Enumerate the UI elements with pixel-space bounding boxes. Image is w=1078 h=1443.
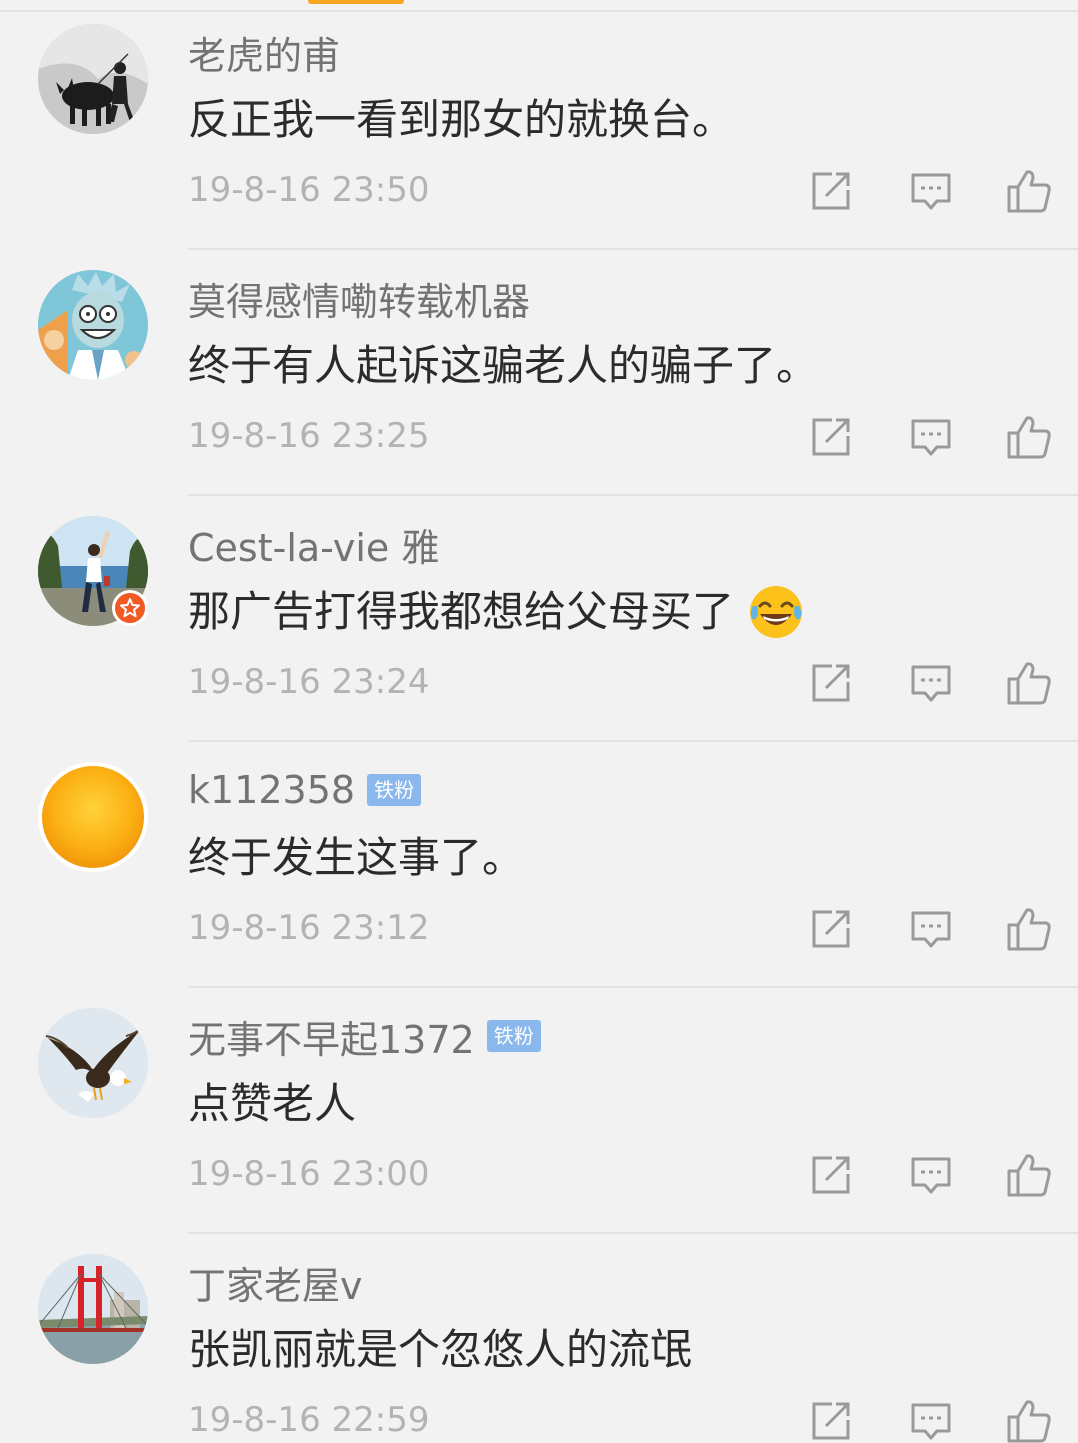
comment-actions: [808, 414, 1058, 460]
username-row: k112358 铁粉: [188, 764, 422, 816]
username[interactable]: Cest-la-vie 雅: [188, 517, 439, 572]
comment-item: k112358 铁粉 终于发生这事了。 19-8-16 23:12: [0, 742, 1078, 988]
thumbs-up-icon: [1007, 170, 1051, 213]
username[interactable]: 无事不早起1372: [188, 1009, 475, 1064]
username-row: 无事不早起1372 铁粉: [188, 1010, 541, 1062]
like-button[interactable]: [1006, 906, 1052, 952]
comment-body: 反正我一看到那女的就换台。: [188, 95, 735, 144]
like-button[interactable]: [1006, 414, 1052, 460]
share-icon: [812, 172, 850, 210]
username-row: 老虎的甫: [188, 26, 340, 78]
username[interactable]: 莫得感情嘞转载机器: [188, 271, 530, 326]
comment-text: 张凯丽就是个忽悠人的流氓: [188, 1322, 692, 1378]
share-button[interactable]: [808, 660, 854, 706]
reply-button[interactable]: [908, 660, 954, 706]
comment-actions: [808, 1398, 1058, 1443]
comment-actions: [808, 168, 1058, 214]
like-button[interactable]: [1006, 168, 1052, 214]
thumbs-up-icon: [1007, 1400, 1051, 1443]
thumbs-up-icon: [1007, 416, 1051, 459]
fan-badge: 铁粉: [486, 1020, 541, 1052]
comment-text: 点赞老人: [188, 1076, 356, 1132]
timestamp: 19-8-16 23:50: [188, 170, 430, 210]
timestamp: 19-8-16 23:24: [188, 662, 430, 702]
cartoon-scientist-icon[interactable]: [38, 270, 148, 380]
comment-text: 反正我一看到那女的就换台。: [188, 92, 734, 148]
share-icon: [812, 418, 850, 456]
comment-icon: [911, 1157, 951, 1194]
comment-body: 终于有人起诉这骗老人的骗子了。: [188, 341, 819, 390]
share-button[interactable]: [808, 1152, 854, 1198]
reply-button[interactable]: [908, 168, 954, 214]
comment-body: 那广告打得我都想给父母买了: [188, 587, 735, 636]
reply-button[interactable]: [908, 906, 954, 952]
share-button[interactable]: [808, 1398, 854, 1443]
username[interactable]: k112358: [188, 768, 355, 812]
comment-body: 点赞老人: [188, 1079, 357, 1128]
fan-badge: 铁粉: [367, 774, 422, 806]
comment-item: 老虎的甫 反正我一看到那女的就换台。 19-8-16 23:50: [0, 4, 1078, 250]
timestamp: 19-8-16 22:59: [188, 1400, 430, 1440]
share-button[interactable]: [808, 168, 854, 214]
comment-list-page: 老虎的甫 反正我一看到那女的就换台。 19-8-16 23:50 莫得感情嘞转载…: [0, 0, 1078, 1443]
username-row: 莫得感情嘞转载机器: [188, 272, 530, 324]
username[interactable]: 丁家老屋v: [188, 1255, 363, 1310]
comment-icon: [911, 419, 951, 456]
comment-icon: [911, 911, 951, 948]
comment-actions: [808, 1152, 1058, 1198]
comment-item: Cest-la-vie 雅 那广告打得我都想给父母买了 19-8-16 23:2…: [0, 496, 1078, 742]
like-button[interactable]: [1006, 660, 1052, 706]
timestamp: 19-8-16 23:25: [188, 416, 430, 456]
share-button[interactable]: [808, 906, 854, 952]
comment-text: 终于发生这事了。: [188, 830, 524, 886]
share-button[interactable]: [808, 414, 854, 460]
comment-item: 丁家老屋v 张凯丽就是个忽悠人的流氓 19-8-16 22:59: [0, 1234, 1078, 1443]
timestamp: 19-8-16 23:12: [188, 908, 430, 948]
comment-icon: [911, 173, 951, 210]
reply-button[interactable]: [908, 1398, 954, 1443]
username-row: Cest-la-vie 雅: [188, 518, 439, 570]
comment-text: 终于有人起诉这骗老人的骗子了。: [188, 338, 818, 394]
share-icon: [812, 1156, 850, 1194]
username[interactable]: 老虎的甫: [188, 25, 340, 80]
red-bridge-photo-icon[interactable]: [38, 1254, 148, 1364]
like-button[interactable]: [1006, 1398, 1052, 1443]
comment-icon: [911, 665, 951, 702]
username-row: 丁家老屋v: [188, 1256, 363, 1308]
comment-text: 那广告打得我都想给父母买了: [188, 584, 804, 640]
timestamp: 19-8-16 23:00: [188, 1154, 430, 1194]
reply-button[interactable]: [908, 414, 954, 460]
bull-rider-photo-icon[interactable]: [38, 24, 148, 134]
comment-item: 莫得感情嘞转载机器 终于有人起诉这骗老人的骗子了。 19-8-16 23:25: [0, 250, 1078, 496]
comment-body: 终于发生这事了。: [188, 833, 525, 882]
thumbs-up-icon: [1007, 662, 1051, 705]
verified-badge-icon: [112, 590, 148, 626]
comment-actions: [808, 660, 1058, 706]
orange-sun-icon[interactable]: [38, 762, 148, 872]
share-icon: [812, 664, 850, 702]
thumbs-up-icon: [1007, 908, 1051, 951]
comment-icon: [911, 1403, 951, 1440]
thumbs-up-icon: [1007, 1154, 1051, 1197]
eagle-photo-icon[interactable]: [38, 1008, 148, 1118]
comment-body: 张凯丽就是个忽悠人的流氓: [188, 1325, 693, 1374]
share-icon: [812, 1402, 850, 1440]
reply-button[interactable]: [908, 1152, 954, 1198]
comment-item: 无事不早起1372 铁粉 点赞老人 19-8-16 23:00: [0, 988, 1078, 1234]
share-icon: [812, 910, 850, 948]
laughing-tears-emoji: [750, 586, 803, 638]
like-button[interactable]: [1006, 1152, 1052, 1198]
comment-actions: [808, 906, 1058, 952]
